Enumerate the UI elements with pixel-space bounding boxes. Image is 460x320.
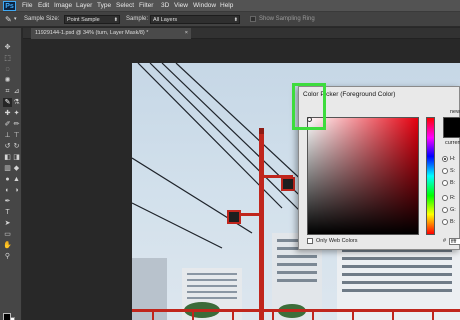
paint-bucket-tool-icon[interactable]: ◆ xyxy=(12,164,21,173)
saturation-label: S: xyxy=(450,168,456,174)
highlight-box xyxy=(292,83,326,130)
menu-filter[interactable]: Filter xyxy=(139,0,153,12)
document-tab-title: 11929144-1.psd @ 34% (turn, Layer Mask/8… xyxy=(35,30,149,36)
show-sampling-ring-label: Show Sampling Ring xyxy=(259,16,315,22)
green-radio[interactable] xyxy=(442,207,448,213)
gradient-tool-icon[interactable]: ▥ xyxy=(3,164,12,173)
menu-edit[interactable]: Edit xyxy=(38,0,49,12)
menu-window[interactable]: Window xyxy=(193,0,216,12)
move-tool-icon[interactable]: ✥ xyxy=(3,43,12,52)
color-sampler-tool-icon[interactable]: ⚗ xyxy=(12,98,21,107)
sample-label: Sample: xyxy=(126,16,149,22)
pattern-stamp-tool-icon[interactable]: ⊤ xyxy=(12,131,21,140)
background-eraser-tool-icon[interactable]: ◨ xyxy=(12,153,21,162)
foreground-color-swatch[interactable] xyxy=(3,313,11,320)
marquee-tool-icon[interactable]: ⬚ xyxy=(3,54,12,63)
quick-select-tool-icon[interactable]: ✺ xyxy=(3,76,12,85)
new-color-label: new xyxy=(450,109,460,115)
type-tool-icon[interactable]: T xyxy=(3,208,12,217)
blue-label: B: xyxy=(450,219,456,225)
new-color-swatch xyxy=(443,117,460,138)
menu-layer[interactable]: Layer xyxy=(76,0,92,12)
saturation-brightness-field[interactable] xyxy=(307,117,419,235)
sample-size-value: Point Sample xyxy=(67,17,100,23)
green-label: G: xyxy=(450,207,456,213)
dodge-tool-icon[interactable]: ◐ xyxy=(3,186,12,195)
sample-size-label: Sample Size: xyxy=(24,16,60,22)
menu-image[interactable]: Image xyxy=(54,0,72,12)
path-select-tool-icon[interactable]: ➤ xyxy=(3,219,12,228)
red-label: R: xyxy=(450,195,456,201)
saturation-radio[interactable] xyxy=(442,168,448,174)
blue-radio[interactable] xyxy=(442,219,448,225)
zoom-tool-icon[interactable]: ⚲ xyxy=(3,252,12,261)
clone-stamp-tool-icon[interactable]: ⊥ xyxy=(3,131,12,140)
eyedropper-tool-icon[interactable]: ✎ xyxy=(3,98,12,107)
sample-value: All Layers xyxy=(153,17,178,23)
hue-radio[interactable] xyxy=(442,156,448,162)
close-icon[interactable]: × xyxy=(185,28,188,39)
chevron-down-icon: ⬍ xyxy=(113,17,118,23)
patch-tool-icon[interactable]: ✦ xyxy=(12,109,21,118)
brush-tool-icon[interactable]: ✐ xyxy=(3,120,12,129)
art-history-brush-tool-icon[interactable]: ↻ xyxy=(12,142,21,151)
show-sampling-ring-checkbox[interactable] xyxy=(250,16,256,22)
menu-help[interactable]: Help xyxy=(220,0,233,12)
hue-slider[interactable] xyxy=(426,117,435,235)
ruler-tool-icon[interactable]: ⊿ xyxy=(12,87,21,96)
menu-3d[interactable]: 3D xyxy=(161,0,169,12)
history-brush-tool-icon[interactable]: ↺ xyxy=(3,142,12,151)
sponge-tool-icon[interactable]: ◑ xyxy=(12,186,21,195)
current-color-label: current xyxy=(445,140,460,146)
sample-size-select[interactable]: Point Sample ⬍ xyxy=(64,15,120,24)
only-web-colors-checkbox[interactable] xyxy=(307,238,313,244)
only-web-colors-label: Only Web Colors xyxy=(316,238,358,244)
menu-file[interactable]: File xyxy=(22,0,32,12)
document-tab-bar: 11929144-1.psd @ 34% (turn, Layer Mask/8… xyxy=(23,28,460,39)
menu-select[interactable]: Select xyxy=(116,0,134,12)
hex-label: # xyxy=(443,238,447,244)
menu-bar: Ps File Edit Image Layer Type Select Fil… xyxy=(0,0,460,12)
blur-tool-icon[interactable]: ● xyxy=(3,175,12,184)
sample-select[interactable]: All Layers ⬍ xyxy=(150,15,240,24)
tools-panel: ✥ ⬚ ◌ ✺ ⌗ ✎ ✚ ✐ ⊥ ↺ ◧ ▥ ● ◐ ✒ T ➤ ▭ ✋ ⚲ … xyxy=(0,28,22,320)
lasso-tool-icon[interactable]: ◌ xyxy=(3,65,12,74)
document-tab[interactable]: 11929144-1.psd @ 34% (turn, Layer Mask/8… xyxy=(31,28,191,39)
hex-input[interactable]: ffff xyxy=(449,238,460,245)
options-bar: ✎ ▾ Sample Size: Point Sample ⬍ Sample: … xyxy=(0,12,460,27)
brightness-radio[interactable] xyxy=(442,180,448,186)
healing-brush-tool-icon[interactable]: ✚ xyxy=(3,109,12,118)
pen-tool-icon[interactable]: ✒ xyxy=(3,197,12,206)
chevron-down-icon: ⬍ xyxy=(233,17,238,23)
hue-label: H: xyxy=(450,156,456,162)
pencil-tool-icon[interactable]: ✏ xyxy=(12,120,21,129)
menu-view[interactable]: View xyxy=(174,0,188,12)
hand-tool-icon[interactable]: ✋ xyxy=(3,241,12,250)
photoshop-logo: Ps xyxy=(3,1,16,11)
shape-tool-icon[interactable]: ▭ xyxy=(3,230,12,239)
eyedropper-icon[interactable]: ✎ xyxy=(5,12,12,27)
crop-tool-icon[interactable]: ⌗ xyxy=(3,87,12,96)
sharpen-tool-icon[interactable]: ▲ xyxy=(12,175,21,184)
tool-preset-chevron-icon[interactable]: ▾ xyxy=(14,12,17,27)
brightness-label: B: xyxy=(450,180,456,186)
eraser-tool-icon[interactable]: ◧ xyxy=(3,153,12,162)
red-radio[interactable] xyxy=(442,195,448,201)
menu-type[interactable]: Type xyxy=(97,0,111,12)
